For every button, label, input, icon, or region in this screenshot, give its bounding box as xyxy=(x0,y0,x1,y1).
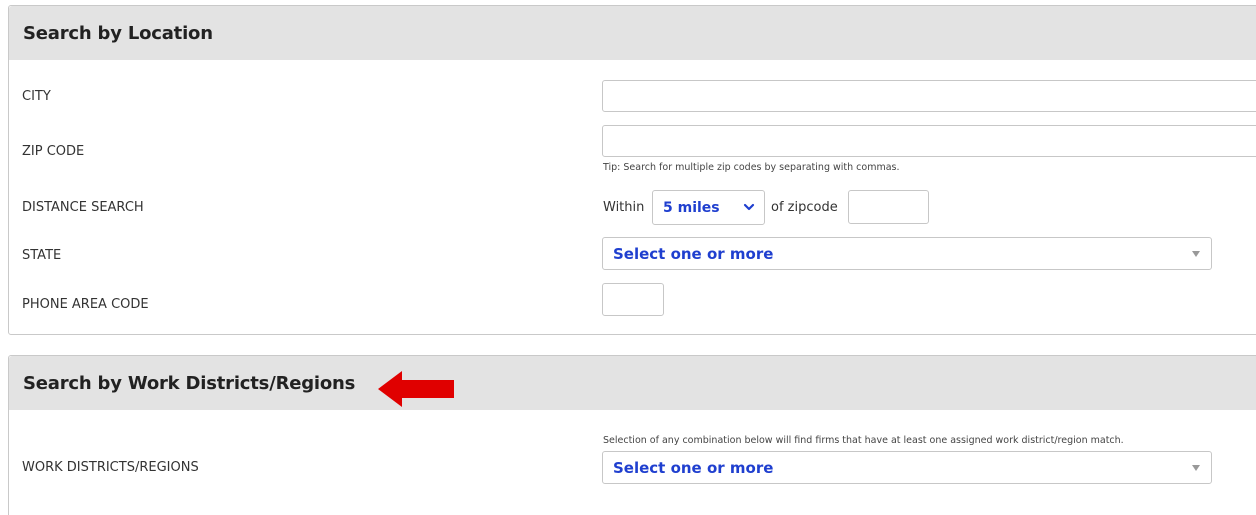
phone-area-code-label: PHONE AREA CODE xyxy=(22,297,149,312)
distance-zipcode-input[interactable] xyxy=(848,190,929,224)
location-panel-title: Search by Location xyxy=(23,22,213,44)
distance-search-label: DISTANCE SEARCH xyxy=(22,200,144,215)
city-label: CITY xyxy=(22,89,51,104)
state-label: STATE xyxy=(22,248,62,263)
chevron-down-icon xyxy=(743,203,755,211)
work-districts-note: Selection of any combination below will … xyxy=(603,435,1124,446)
of-zipcode-text: of zipcode xyxy=(771,200,838,215)
work-districts-select[interactable]: Select one or more xyxy=(602,451,1212,484)
zip-code-input[interactable] xyxy=(602,125,1256,157)
location-panel-header: Search by Location xyxy=(9,6,1256,60)
work-districts-label: WORK DISTRICTS/REGIONS xyxy=(22,460,199,475)
districts-panel-title: Search by Work Districts/Regions xyxy=(23,372,356,394)
state-select[interactable]: Select one or more xyxy=(602,237,1212,270)
phone-area-code-input[interactable] xyxy=(602,283,664,316)
caret-down-icon xyxy=(1192,251,1200,257)
city-input[interactable] xyxy=(602,80,1256,112)
distance-select-value: 5 miles xyxy=(663,199,720,216)
zip-code-label: ZIP CODE xyxy=(22,144,85,159)
districts-panel-header: Search by Work Districts/Regions xyxy=(9,356,1256,410)
zip-code-tip: Tip: Search for multiple zip codes by se… xyxy=(603,162,900,173)
red-arrow-left-icon xyxy=(378,371,454,407)
state-select-placeholder: Select one or more xyxy=(613,244,774,263)
distance-within-text: Within xyxy=(603,200,645,215)
caret-down-icon xyxy=(1192,465,1200,471)
distance-select[interactable]: 5 miles xyxy=(652,190,765,225)
work-districts-select-placeholder: Select one or more xyxy=(613,458,774,477)
